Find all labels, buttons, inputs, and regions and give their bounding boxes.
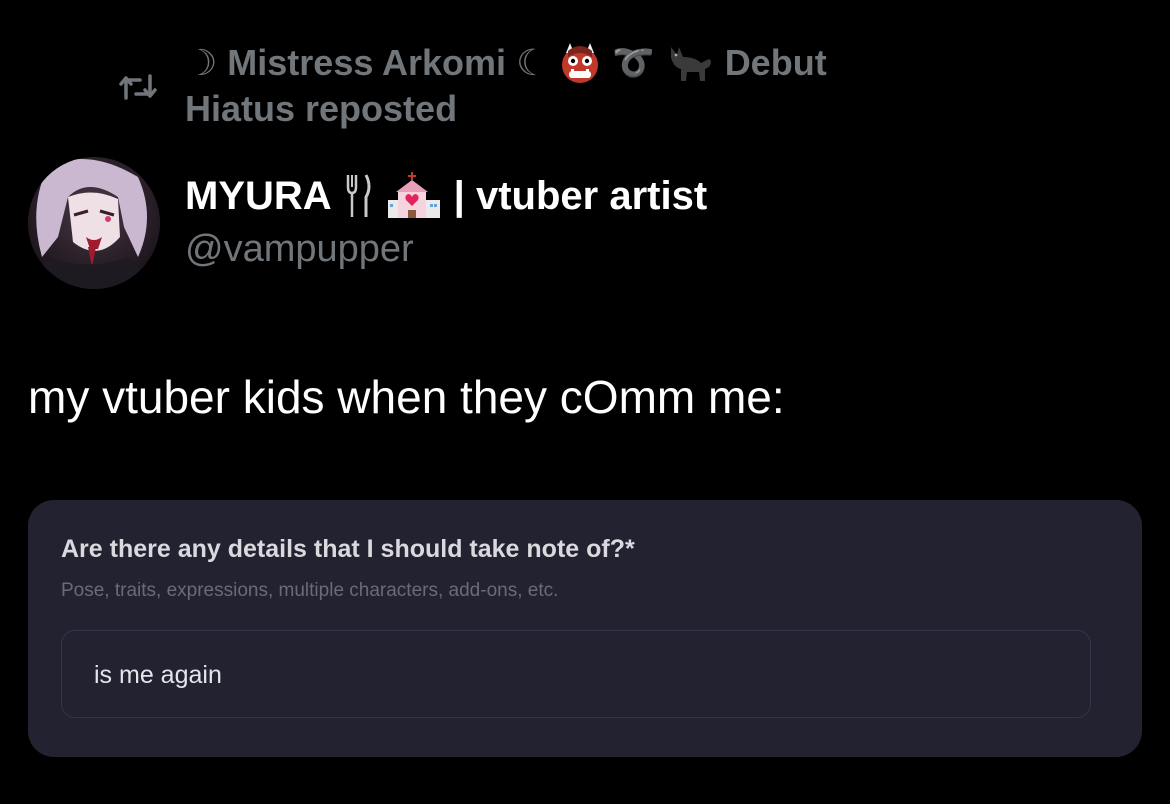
details-input[interactable]: is me again [61, 630, 1091, 718]
form-question: Are there any details that I should take… [61, 535, 635, 563]
avatar[interactable] [28, 157, 160, 289]
author-display-name-suffix: | vtuber artist [453, 173, 708, 218]
author-handle[interactable]: @vampupper [185, 228, 707, 271]
love-hotel-emoji [387, 172, 440, 218]
fork-and-knife-emoji [346, 174, 371, 217]
author-block: MYURA | vtuber artist @vampupper [185, 170, 707, 271]
repost-header: ☽ Mistress Arkomi ☾ ➰ Debut Hiatus repos… [118, 40, 1018, 132]
reposter-name[interactable]: Mistress Arkomi [227, 40, 506, 86]
repost-moon-left: ☽ [185, 42, 218, 83]
details-input-value: is me again [94, 661, 222, 689]
ogre-emoji [562, 43, 599, 83]
form-hint: Pose, traits, expressions, multiple char… [61, 580, 559, 601]
form-card: Are there any details that I should take… [28, 500, 1142, 757]
tweet-text: my vtuber kids when they cOmm me: [28, 371, 785, 423]
repost-icon [119, 74, 157, 100]
author-display-name[interactable]: MYURA [185, 174, 332, 219]
reposter-name-suffix: Debut [724, 42, 827, 83]
black-cat-emoji [670, 47, 711, 81]
repost-line-2: Hiatus reposted [185, 88, 458, 129]
curly-loop-emoji: ➰ [612, 44, 655, 82]
repost-moon-right: ☾ [516, 42, 549, 83]
